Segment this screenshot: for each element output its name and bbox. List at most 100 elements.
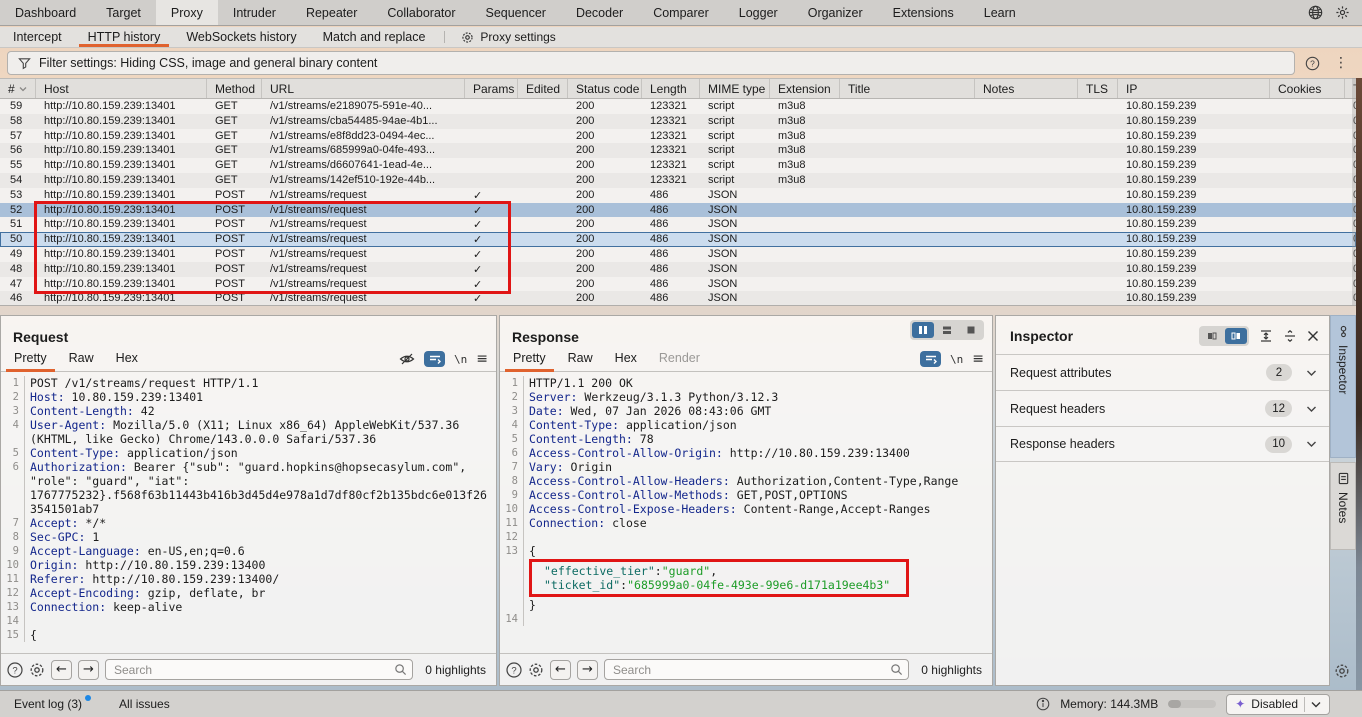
prev-match-button[interactable]: ← [550,660,571,680]
inspector-section-response-headers[interactable]: Response headers10 [996,426,1329,462]
menu-tab-collaborator[interactable]: Collaborator [372,0,470,25]
menu-tab-target[interactable]: Target [91,0,156,25]
table-row-54[interactable]: 54http://10.80.159.239:13401GET/v1/strea… [0,173,1356,188]
table-row-52[interactable]: 52http://10.80.159.239:13401POST/v1/stre… [0,203,1356,218]
column-header-status-code[interactable]: Status code [568,79,642,98]
menu-icon[interactable]: ≡ [476,351,488,367]
table-row-56[interactable]: 56http://10.80.159.239:13401GET/v1/strea… [0,143,1356,158]
newline-toggle-icon[interactable]: \n [950,353,963,366]
column-header-title[interactable]: Title [840,79,975,98]
single-layout-button[interactable] [960,322,982,338]
request-tab-raw[interactable]: Raw [58,347,105,371]
response-tab-raw[interactable]: Raw [557,347,604,371]
help-icon[interactable]: ? [506,662,522,678]
search-input[interactable] [604,659,909,680]
request-tab-pretty[interactable]: Pretty [3,347,58,371]
proxy-settings-button[interactable]: Proxy settings [451,27,565,47]
column-header-edited[interactable]: Edited [518,79,568,98]
column-header-#[interactable]: # [0,79,36,98]
table-row-58[interactable]: 58http://10.80.159.239:13401GET/v1/strea… [0,114,1356,129]
table-row-49[interactable]: 49http://10.80.159.239:13401POST/v1/stre… [0,247,1356,262]
info-icon[interactable] [1036,697,1050,711]
chevron-down-icon[interactable] [1306,440,1317,448]
table-row-48[interactable]: 48http://10.80.159.239:13401POST/v1/stre… [0,262,1356,277]
column-header-notes[interactable]: Notes [975,79,1078,98]
hide-eye-icon[interactable] [399,352,415,366]
inspector-layout-a-button[interactable] [1201,328,1223,344]
menu-icon[interactable]: ≡ [972,351,984,367]
response-editor[interactable]: 1HTTP/1.1 200 OK2Server: Werkzeug/3.1.3 … [500,372,992,651]
table-row-46[interactable]: 46http://10.80.159.239:13401POST/v1/stre… [0,291,1356,306]
inspector-layout-b-button[interactable] [1225,328,1247,344]
menu-tab-repeater[interactable]: Repeater [291,0,372,25]
expand-all-icon[interactable] [1259,329,1273,343]
column-header-ip[interactable]: IP [1118,79,1270,98]
panel-settings-gear-icon[interactable] [1334,663,1350,679]
event-log-button[interactable]: Event log (3) [14,697,91,711]
table-row-55[interactable]: 55http://10.80.159.239:13401GET/v1/strea… [0,158,1356,173]
table-row-50[interactable]: 50http://10.80.159.239:13401POST/v1/stre… [0,232,1356,247]
menu-tab-learn[interactable]: Learn [969,0,1031,25]
inspector-section-request-headers[interactable]: Request headers12 [996,390,1329,426]
response-tab-pretty[interactable]: Pretty [502,347,557,371]
next-match-button[interactable]: → [78,660,99,680]
prettify-icon[interactable] [424,351,445,367]
response-tab-hex[interactable]: Hex [604,347,648,371]
settings-gear-icon[interactable] [1335,5,1350,20]
burp-ai-button[interactable]: ✦ Disabled [1226,694,1330,715]
search-input[interactable] [105,659,413,680]
menu-tab-dashboard[interactable]: Dashboard [0,0,91,25]
request-editor[interactable]: 1POST /v1/streams/request HTTP/1.12Host:… [1,372,496,651]
help-icon[interactable]: ? [7,662,23,678]
prettify-icon[interactable] [920,351,941,367]
column-header-mime-type[interactable]: MIME type [700,79,770,98]
filter-settings-bar[interactable]: Filter settings: Hiding CSS, image and g… [7,51,1295,75]
table-row-59[interactable]: 59http://10.80.159.239:13401GET/v1/strea… [0,99,1356,114]
next-match-button[interactable]: → [577,660,598,680]
prev-match-button[interactable]: ← [51,660,72,680]
inspector-dock-tab[interactable]: Inspector [1330,315,1356,458]
newline-toggle-icon[interactable]: \n [454,353,467,366]
search-settings-gear-icon[interactable] [29,662,45,678]
side-by-side-layout-button[interactable] [912,322,934,338]
help-icon[interactable]: ? [1305,56,1320,71]
menu-tab-organizer[interactable]: Organizer [793,0,878,25]
menu-tab-decoder[interactable]: Decoder [561,0,638,25]
table-header[interactable]: #HostMethodURLParamsEditedStatus codeLen… [0,78,1356,99]
menu-tab-proxy[interactable]: Proxy [156,0,218,25]
request-tab-hex[interactable]: Hex [105,347,149,371]
menu-tab-comparer[interactable]: Comparer [638,0,724,25]
table-row-47[interactable]: 47http://10.80.159.239:13401POST/v1/stre… [0,277,1356,292]
column-header-host[interactable]: Host [36,79,207,98]
column-header-tls[interactable]: TLS [1078,79,1118,98]
inspector-section-request-attributes[interactable]: Request attributes2 [996,354,1329,390]
column-header-length[interactable]: Length [642,79,700,98]
table-row-51[interactable]: 51http://10.80.159.239:13401POST/v1/stre… [0,217,1356,232]
sub-tab-http-history[interactable]: HTTP history [75,27,174,47]
menu-tab-logger[interactable]: Logger [724,0,793,25]
chevron-down-icon[interactable] [1306,369,1317,377]
sub-tab-websockets-history[interactable]: WebSockets history [173,27,309,47]
chevron-down-icon[interactable] [1306,405,1317,413]
column-header-params[interactable]: Params [465,79,518,98]
sub-tab-match-and-replace[interactable]: Match and replace [310,27,439,47]
table-row-57[interactable]: 57http://10.80.159.239:13401GET/v1/strea… [0,129,1356,144]
collapse-all-icon[interactable] [1283,329,1297,343]
sub-tab-intercept[interactable]: Intercept [0,27,75,47]
menu-tab-extensions[interactable]: Extensions [878,0,969,25]
column-header-url[interactable]: URL [262,79,465,98]
column-header-extension[interactable]: Extension [770,79,840,98]
close-icon[interactable] [1307,330,1319,342]
column-header-method[interactable]: Method [207,79,262,98]
menu-tab-intruder[interactable]: Intruder [218,0,291,25]
all-issues-button[interactable]: All issues [119,697,170,711]
search-settings-gear-icon[interactable] [528,662,544,678]
notes-dock-tab[interactable]: Notes [1330,462,1356,550]
globe-icon[interactable] [1308,5,1323,20]
stacked-layout-button[interactable] [936,322,958,338]
column-header-cookies[interactable]: Cookies [1270,79,1345,98]
menu-tab-sequencer[interactable]: Sequencer [470,0,560,25]
more-options-icon[interactable]: ⋮ [1334,55,1348,71]
response-tab-render[interactable]: Render [648,347,711,371]
table-row-53[interactable]: 53http://10.80.159.239:13401POST/v1/stre… [0,188,1356,203]
